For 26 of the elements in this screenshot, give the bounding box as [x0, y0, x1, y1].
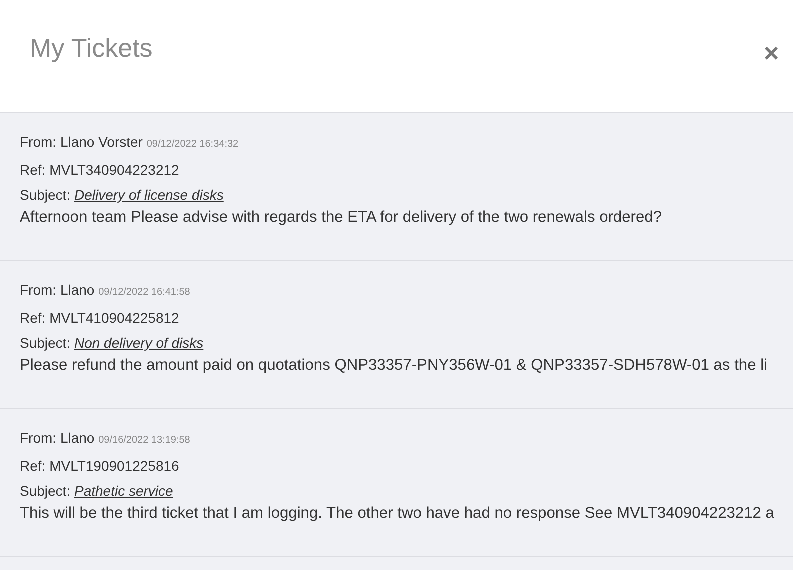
sender-name: Llano: [60, 430, 95, 446]
from-label: From:: [20, 134, 57, 150]
subject-link[interactable]: Delivery of license disks: [74, 187, 224, 203]
subject-label: Subject:: [20, 335, 71, 351]
ref-label: Ref:: [20, 310, 46, 326]
close-button[interactable]: ×: [760, 40, 783, 66]
ticket-date: 09/12/2022 16:34:32: [146, 139, 239, 150]
sender-name: Llano Vorster: [60, 134, 143, 150]
ticket-ref: MVLT190901225816: [50, 458, 180, 474]
from-label: From:: [20, 282, 57, 298]
ref-label: Ref:: [20, 162, 46, 178]
dialog-title: My Tickets: [30, 33, 153, 64]
ticket-date: 09/12/2022 16:41:58: [98, 287, 190, 298]
ticket-date: 09/16/2022 13:19:58: [98, 435, 190, 446]
sender-name: Llano: [60, 282, 95, 298]
ticket-ref: MVLT340904223212: [50, 162, 180, 178]
ticket-message: Afternoon team Please advise with regards the ETA for delivery of the two renewals ordered?: [20, 209, 663, 227]
subject-link[interactable]: Pathetic service: [74, 483, 174, 499]
subject-link[interactable]: Non delivery of disks: [74, 335, 204, 351]
from-label: From:: [20, 430, 57, 446]
ticket-message: This will be the third ticket that I am logging. The other two have had no response See MVLT340904223212 a: [20, 505, 776, 523]
ticket-ref: MVLT410904225812: [50, 310, 180, 326]
subject-label: Subject:: [20, 187, 71, 203]
subject-label: Subject:: [20, 483, 71, 499]
ticket-message: Please refund the amount paid on quotations QNP33357-PNY356W-01 & QNP33357-SDH578W-01 as the li: [20, 357, 769, 375]
ref-label: Ref:: [20, 458, 46, 474]
